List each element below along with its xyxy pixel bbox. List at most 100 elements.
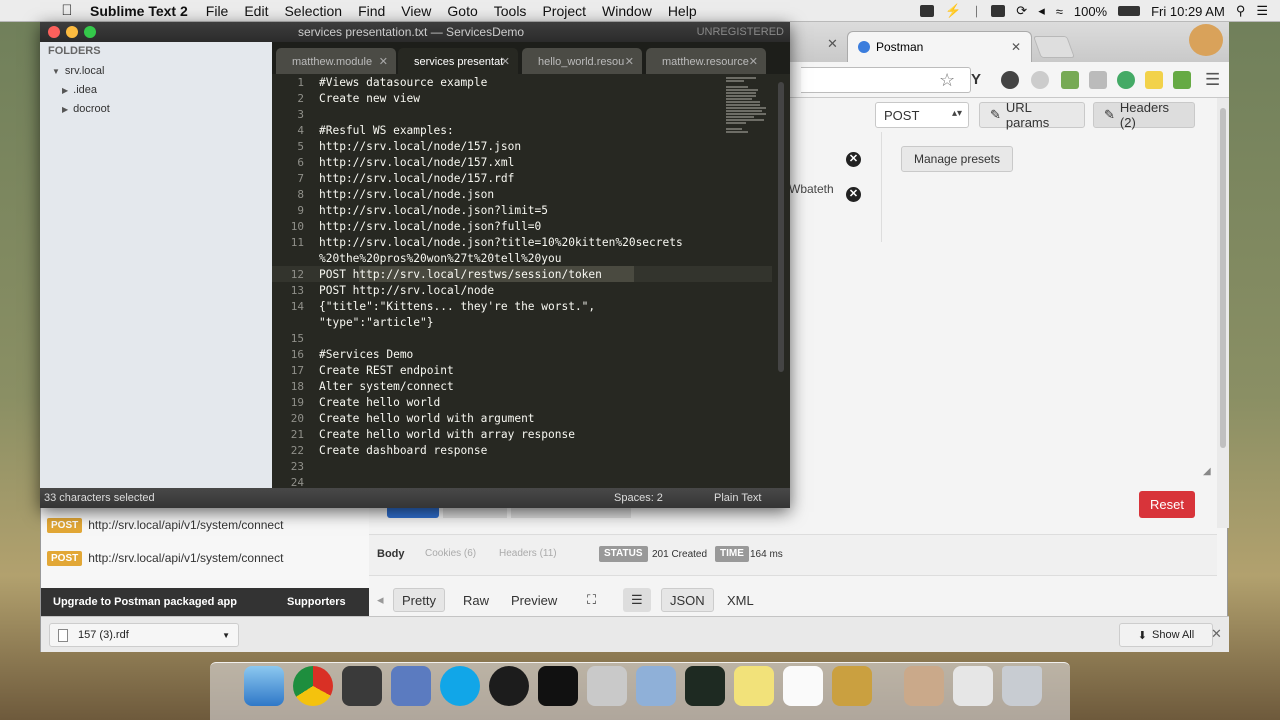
- tab-postman[interactable]: Postman ✕: [847, 31, 1032, 62]
- keynote-icon[interactable]: [832, 666, 872, 706]
- download-item[interactable]: 157 (3).rdf ▼: [49, 623, 239, 647]
- view-preview-button[interactable]: Preview: [503, 588, 565, 612]
- downloads-close-icon[interactable]: ✕: [1211, 626, 1222, 642]
- tray-icon[interactable]: [920, 5, 935, 17]
- new-tab-button[interactable]: [1032, 36, 1076, 58]
- finder-icon[interactable]: [244, 666, 284, 706]
- code-line[interactable]: http://srv.local/node/157.json: [319, 140, 521, 153]
- close-window-icon[interactable]: [48, 26, 60, 38]
- tab-hello-world-resource[interactable]: hello_world.resou ✕: [522, 48, 642, 74]
- battery-icon[interactable]: [1118, 6, 1141, 16]
- upgrade-link[interactable]: Upgrade to Postman packaged app: [53, 596, 237, 608]
- remove-header-icon[interactable]: ✕: [846, 152, 861, 167]
- php-file-icon[interactable]: [953, 666, 993, 706]
- code-line[interactable]: http://srv.local/node.json: [319, 188, 494, 201]
- wrap-icon[interactable]: ☰: [623, 588, 651, 612]
- sync-icon[interactable]: ⟳: [1016, 3, 1027, 19]
- menu-project[interactable]: Project: [542, 3, 586, 19]
- menubar-clock[interactable]: Fri 10:29 AM: [1151, 4, 1225, 19]
- zoom-window-icon[interactable]: [84, 26, 96, 38]
- code-line[interactable]: http://srv.local/node.json?title=10%20ki…: [319, 236, 683, 249]
- code-line[interactable]: http://srv.local/node.json?limit=5: [319, 204, 548, 217]
- menu-selection[interactable]: Selection: [284, 3, 342, 19]
- show-all-button[interactable]: ⬇ Show All: [1119, 623, 1213, 647]
- editor-scrollbar[interactable]: [778, 82, 784, 372]
- syntax-status[interactable]: Plain Text: [714, 492, 762, 504]
- folder-idea[interactable]: ▶ .idea: [62, 84, 97, 96]
- volume-icon[interactable]: ◂: [1038, 3, 1045, 19]
- stickies-icon[interactable]: [734, 666, 774, 706]
- menu-edit[interactable]: Edit: [244, 3, 268, 19]
- notification-center-icon[interactable]: ☰: [1256, 3, 1268, 19]
- code-line[interactable]: Create dashboard response: [319, 444, 487, 457]
- url-params-button[interactable]: ✎ URL params: [979, 100, 1085, 130]
- download-menu-icon[interactable]: ▼: [222, 631, 230, 640]
- code-line[interactable]: http://srv.local/node.json?full=0: [319, 220, 541, 233]
- history-item[interactable]: POST http://srv.local/api/v1/system/conn…: [47, 515, 283, 535]
- menu-tools[interactable]: Tools: [494, 3, 527, 19]
- ext-ball-icon[interactable]: [1117, 71, 1135, 89]
- ext-circle-icon[interactable]: [1031, 71, 1049, 89]
- history-item[interactable]: POST http://srv.local/api/v1/system/conn…: [47, 548, 283, 568]
- preview-icon[interactable]: [636, 666, 676, 706]
- code-line[interactable]: POST http://srv.local/restws/session/tok…: [319, 268, 602, 281]
- prev-tab-close-icon[interactable]: ✕: [827, 36, 838, 52]
- minimize-window-icon[interactable]: [66, 26, 78, 38]
- activity-monitor-icon[interactable]: [685, 666, 725, 706]
- tab-matthew-resource[interactable]: matthew.resource ✕: [646, 48, 766, 74]
- header-value-text[interactable]: Wbateth: [789, 182, 834, 196]
- bluetooth-icon[interactable]: ᛁ: [972, 4, 980, 19]
- ext-y-icon[interactable]: Y: [971, 71, 989, 89]
- tab-close-icon[interactable]: ✕: [1011, 40, 1021, 54]
- ext-note-icon[interactable]: [1145, 71, 1163, 89]
- response-tab-body[interactable]: Body: [377, 548, 405, 560]
- tab-close-icon[interactable]: ✕: [501, 55, 510, 68]
- spotlight-icon[interactable]: ⚲: [1236, 3, 1246, 19]
- phpstorm-icon[interactable]: [391, 666, 431, 706]
- profile-dog-icon[interactable]: [1189, 24, 1223, 56]
- code-line[interactable]: http://srv.local/node/157.xml: [319, 156, 514, 169]
- headers-button[interactable]: ✎ Headers (2): [1093, 100, 1195, 130]
- supporters-link[interactable]: Supporters: [287, 596, 346, 608]
- menu-goto[interactable]: Goto: [447, 3, 477, 19]
- apple-icon[interactable]: : [52, 2, 82, 19]
- rpm-icon[interactable]: [904, 666, 944, 706]
- view-json-button[interactable]: JSON: [661, 588, 714, 612]
- menu-app-name[interactable]: Sublime Text 2: [90, 3, 188, 19]
- method-select[interactable]: POST ▴▾: [875, 102, 969, 128]
- code-line[interactable]: Alter system/connect: [319, 380, 454, 393]
- ext-gear-icon[interactable]: [1001, 71, 1019, 89]
- page-scrollbar[interactable]: [1217, 98, 1229, 528]
- folder-root[interactable]: ▼ srv.local: [52, 65, 104, 77]
- sublime-icon[interactable]: [342, 666, 382, 706]
- ext-tree-icon[interactable]: [1173, 71, 1191, 89]
- code-line[interactable]: Create hello world: [319, 396, 440, 409]
- minimap[interactable]: [726, 76, 766, 136]
- code-line[interactable]: Create REST endpoint: [319, 364, 454, 377]
- view-xml-button[interactable]: XML: [719, 588, 762, 612]
- response-tab-headers[interactable]: Headers (11): [499, 548, 557, 559]
- remove-header-icon[interactable]: ✕: [846, 187, 861, 202]
- menu-view[interactable]: View: [401, 3, 431, 19]
- ext-box-icon[interactable]: [1089, 71, 1107, 89]
- collapse-arrow-icon[interactable]: ◂: [369, 588, 392, 612]
- view-pretty-button[interactable]: Pretty: [393, 588, 445, 612]
- code-line[interactable]: "type":"article"}: [319, 316, 434, 329]
- tab-close-icon[interactable]: ✕: [749, 55, 758, 68]
- code-line[interactable]: Create hello world with array response: [319, 428, 575, 441]
- bookmark-star-icon[interactable]: ☆: [939, 70, 955, 91]
- chrome-icon[interactable]: [293, 666, 333, 706]
- spotify-icon[interactable]: [489, 666, 529, 706]
- skype-icon[interactable]: [440, 666, 480, 706]
- view-raw-button[interactable]: Raw: [455, 588, 497, 612]
- code-line[interactable]: http://srv.local/node/157.rdf: [319, 172, 514, 185]
- tab-close-icon[interactable]: ✕: [379, 55, 388, 68]
- indent-status[interactable]: Spaces: 2: [614, 492, 663, 504]
- response-tab-cookies[interactable]: Cookies (6): [425, 548, 476, 559]
- battery-percent[interactable]: 100%: [1074, 4, 1107, 19]
- flash-icon[interactable]: ⚡: [945, 3, 961, 19]
- code-editor[interactable]: 1 #Views datasource example 2 Create new vi…: [272, 74, 790, 488]
- trash-icon[interactable]: [1002, 666, 1042, 706]
- code-line[interactable]: POST http://srv.local/node: [319, 284, 494, 297]
- resize-grip-icon[interactable]: ◢: [1203, 466, 1211, 477]
